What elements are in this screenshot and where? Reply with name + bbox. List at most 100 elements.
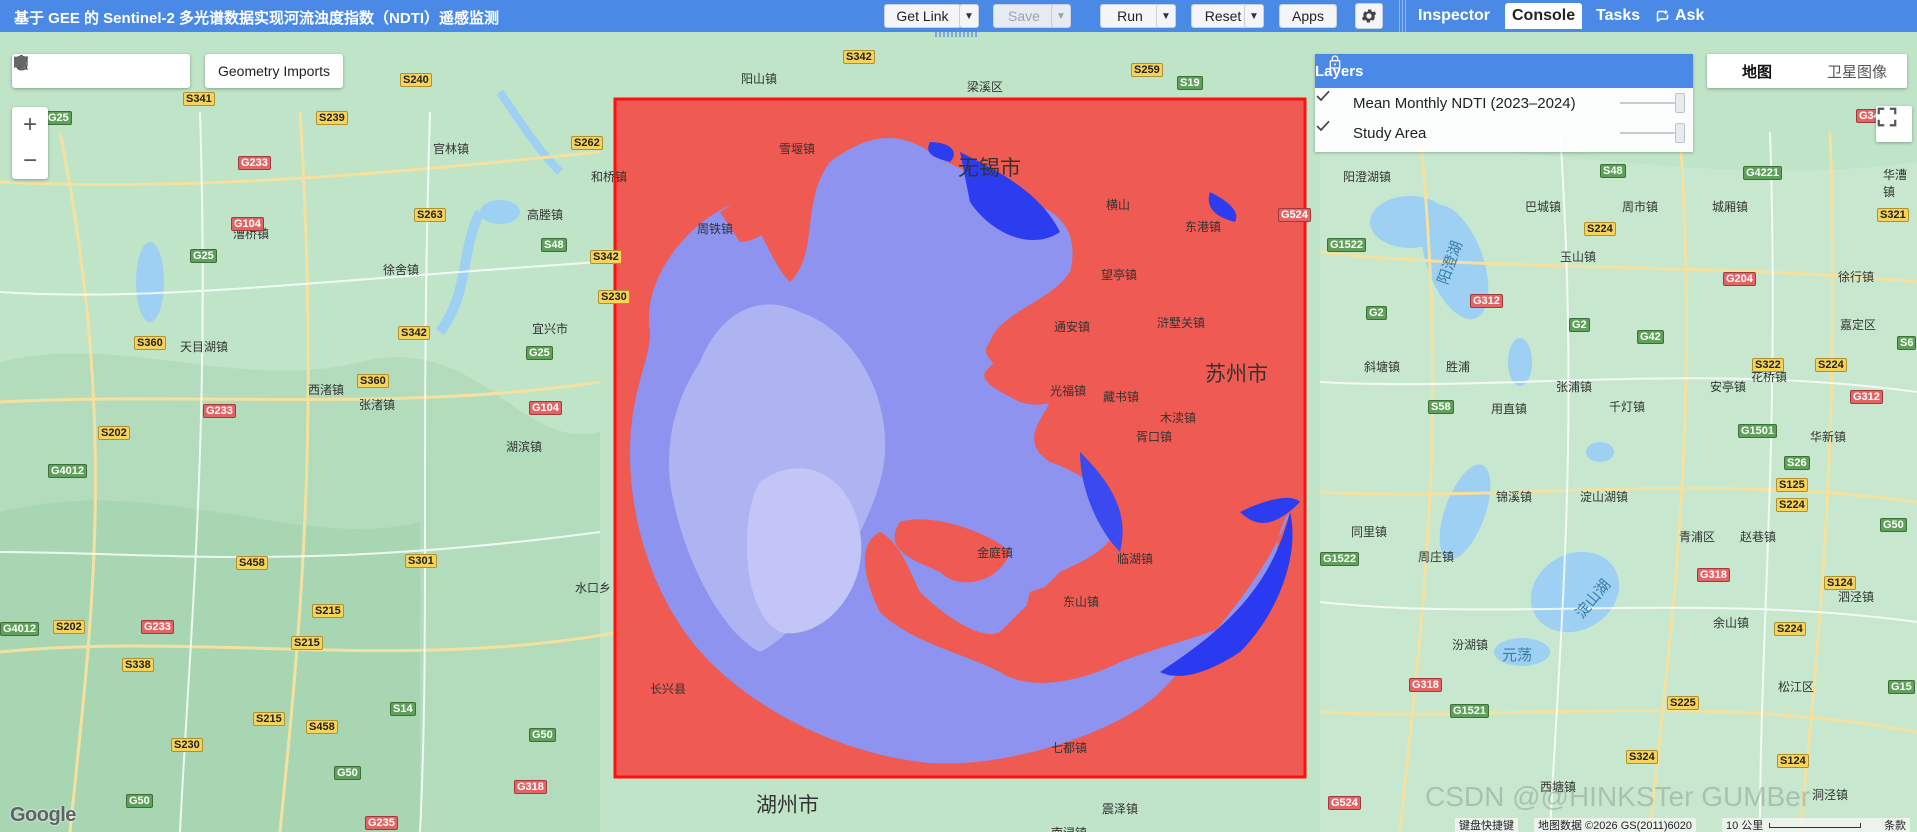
road-shield: S224 <box>1584 222 1616 236</box>
map-type-roadmap[interactable]: 地图 <box>1707 54 1807 88</box>
road-shield: G233 <box>203 404 236 418</box>
layers-panel: Layers Mean Monthly NDTI (2023–2024) Stu… <box>1315 54 1693 152</box>
road-shield: S26 <box>1784 456 1810 470</box>
run-button[interactable]: Run <box>1100 4 1160 28</box>
road-shield: S124 <box>1777 754 1809 768</box>
road-shield: G318 <box>514 780 547 794</box>
map-type-satellite[interactable]: 卫星图像 <box>1807 54 1907 88</box>
road-shield: G4012 <box>48 464 88 478</box>
road-shield: S225 <box>1667 696 1699 710</box>
save-button[interactable]: Save <box>993 4 1055 28</box>
settings-button[interactable] <box>1355 3 1383 29</box>
geometry-imports-button[interactable]: Geometry Imports <box>205 54 343 88</box>
checkmark-icon <box>1316 120 1330 132</box>
road-shield: S215 <box>253 712 285 726</box>
road-shield: S224 <box>1774 622 1806 636</box>
road-shield: S14 <box>390 702 416 716</box>
road-shield: G2 <box>1366 306 1387 320</box>
zoom-in-button[interactable]: + <box>12 107 48 143</box>
layer-label[interactable]: Mean Monthly NDTI (2023–2024) <box>1353 95 1576 112</box>
save-dropdown-caret[interactable]: ▼ <box>1051 4 1071 28</box>
run-dropdown-caret[interactable]: ▼ <box>1156 4 1176 28</box>
road-shield: S224 <box>1815 358 1847 372</box>
layer-visibility-checkbox[interactable] <box>1316 90 1343 111</box>
gear-icon <box>1361 9 1377 23</box>
draw-rectangle-tool[interactable] <box>14 54 182 88</box>
road-shield: G1521 <box>1450 704 1490 718</box>
keyboard-shortcuts-link[interactable]: 键盘快捷键 <box>1455 818 1518 832</box>
layer-label[interactable]: Study Area <box>1353 125 1426 142</box>
map-canvas[interactable]: 无锡市 苏州市 湖州市 阳山镇 梁溪区 官林镇 和桥镇 高塍镇 漕桥镇 周铁镇 … <box>0 32 1917 832</box>
road-shield: S202 <box>98 426 130 440</box>
chevron-down-icon: ▼ <box>1249 10 1259 22</box>
road-shield: S360 <box>357 374 389 388</box>
road-shield: S224 <box>1776 498 1808 512</box>
chevron-down-icon: ▼ <box>964 10 974 22</box>
road-shield: S58 <box>1428 400 1454 414</box>
road-shield: S324 <box>1626 750 1658 764</box>
draw-polygon-tool[interactable] <box>14 54 148 88</box>
road-shield: G233 <box>238 156 271 170</box>
reset-dropdown-caret[interactable]: ▼ <box>1244 4 1264 28</box>
road-shield: S19 <box>1177 76 1203 90</box>
scale-bar: 10 公里 <box>1722 818 1880 832</box>
road-shield: S458 <box>236 556 268 570</box>
layer-row: Mean Monthly NDTI (2023–2024) <box>1315 88 1693 118</box>
road-shields: S342 S240 S259 S19 S239 G233 S341 S263 G… <box>0 32 1917 832</box>
road-shield: G312 <box>1470 294 1503 308</box>
layer-visibility-checkbox[interactable] <box>1316 120 1343 141</box>
apps-button[interactable]: Apps <box>1279 4 1337 28</box>
road-shield: S342 <box>590 250 622 264</box>
watermark: CSDN @@HINKSTer GUMBer <box>1425 781 1811 812</box>
road-shield: S341 <box>183 92 215 106</box>
panel-resize-handle[interactable] <box>1399 0 1407 32</box>
tab-console[interactable]: Console <box>1505 3 1583 29</box>
editor-resize-handle[interactable] <box>935 32 979 37</box>
road-shield: G50 <box>126 794 153 808</box>
draw-line-tool[interactable] <box>13 54 114 88</box>
road-shield: G2 <box>1569 318 1590 332</box>
road-shield: G42 <box>1637 330 1664 344</box>
road-shield: G312 <box>1850 390 1883 404</box>
road-shield: S342 <box>843 50 875 64</box>
ask-chat-icon <box>1656 9 1669 22</box>
road-shield: S262 <box>571 136 603 150</box>
road-shield: G524 <box>1278 208 1311 222</box>
draw-point-tool[interactable] <box>14 54 80 88</box>
get-link-dropdown-caret[interactable]: ▼ <box>959 4 979 28</box>
layer-opacity-slider[interactable] <box>1675 93 1685 113</box>
scale-bar-label: 10 公里 <box>1726 820 1764 832</box>
road-shield: S322 <box>1752 358 1784 372</box>
layers-header[interactable]: Layers <box>1315 54 1693 88</box>
zoom-out-button[interactable]: − <box>12 143 48 179</box>
fullscreen-icon <box>1877 107 1897 127</box>
layer-row: Study Area <box>1315 118 1693 148</box>
fullscreen-button[interactable] <box>1876 106 1912 142</box>
get-link-button[interactable]: Get Link <box>884 4 961 28</box>
road-shield: G318 <box>1697 568 1730 582</box>
road-shield: G524 <box>1328 796 1361 810</box>
top-toolbar: 基于 GEE 的 Sentinel-2 多光谱数据实现河流浊度指数（NDTI）遥… <box>0 0 1917 32</box>
road-shield: G233 <box>141 620 174 634</box>
road-shield: G25 <box>526 346 553 360</box>
road-shield: G25 <box>190 249 217 263</box>
checkmark-icon <box>1316 90 1330 102</box>
tab-ask[interactable]: Ask <box>1648 3 1711 29</box>
road-shield: G104 <box>529 401 562 415</box>
layer-opacity-slider[interactable] <box>1675 123 1685 143</box>
lock-icon <box>1329 55 1341 69</box>
terms-link[interactable]: 条款 <box>1880 818 1910 832</box>
road-shield: S240 <box>400 73 432 87</box>
tab-inspector[interactable]: Inspector <box>1411 3 1497 29</box>
layer-opacity-slider-track <box>1620 102 1678 104</box>
scale-bar-line <box>1769 822 1862 828</box>
map-type-control: 地图 卫星图像 <box>1707 54 1907 88</box>
road-shield: S239 <box>316 111 348 125</box>
road-shield: S125 <box>1776 478 1808 492</box>
road-shield: G25 <box>45 111 72 125</box>
road-shield: S202 <box>53 620 85 634</box>
road-shield: S48 <box>541 238 567 252</box>
road-shield: G204 <box>1723 272 1756 286</box>
tab-tasks[interactable]: Tasks <box>1589 3 1647 29</box>
road-shield: G104 <box>231 217 264 231</box>
